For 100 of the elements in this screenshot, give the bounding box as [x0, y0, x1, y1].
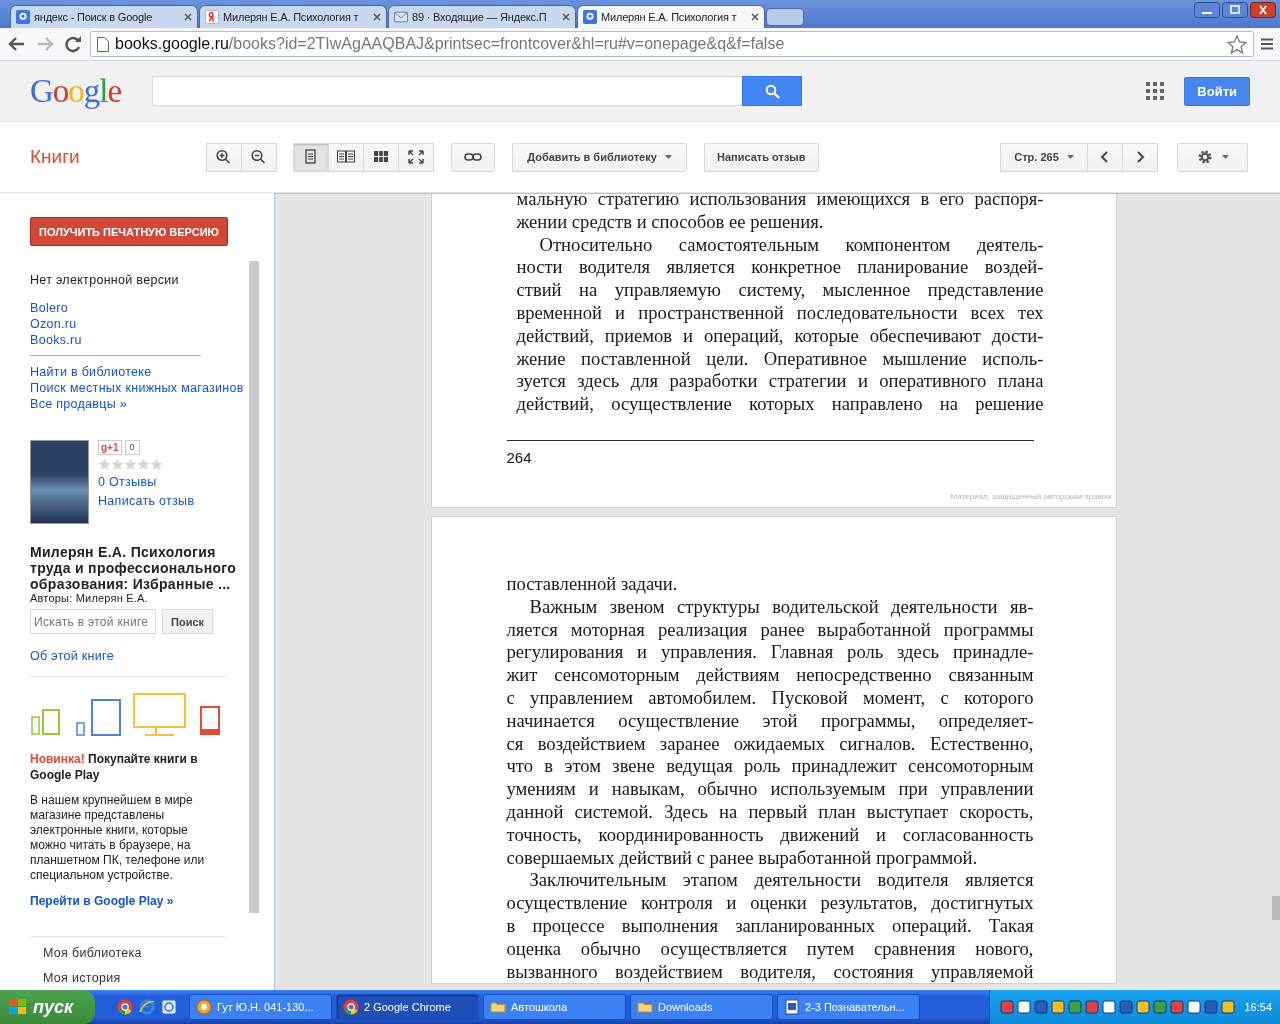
tray-icon[interactable] — [1204, 1000, 1219, 1014]
store-link[interactable]: Поиск местных книжных магазинов — [30, 380, 274, 396]
text-line: ности водителя является конкретное планирование воздей- — [516, 256, 1044, 280]
promo-text: В нашем крупнейшем в мире магазине представлены электронные книги, которые можно читать в браузере, на планшетном ПК, телефоне или специальном устройстве. — [30, 793, 206, 883]
folder-icon — [490, 999, 506, 1015]
menu-icon[interactable] — [1260, 37, 1274, 51]
close-icon[interactable] — [562, 13, 570, 21]
text-line: в процессе выполнения запланированных операций. Такая — [506, 914, 1034, 938]
close-icon[interactable] — [1250, 2, 1276, 18]
yandex-favicon-icon — [205, 10, 219, 24]
write-review-button[interactable]: Написать отзыв — [704, 142, 819, 172]
tray-icon[interactable] — [1017, 1000, 1032, 1014]
tray-icon[interactable] — [1068, 1000, 1083, 1014]
next-page-button[interactable] — [1122, 142, 1158, 172]
view-mode-button[interactable] — [328, 142, 364, 172]
windows-logo-icon — [8, 998, 28, 1016]
book-title: Милерян Е.А. Психология труда и профессионального образования: Избранные ... — [30, 544, 238, 592]
new-tab-button[interactable] — [766, 8, 804, 26]
seller-link[interactable]: Bolero — [30, 300, 274, 316]
add-to-library-button[interactable]: Добавить в библиотеку — [512, 142, 687, 172]
book-cover-image[interactable] — [30, 440, 89, 524]
seller-link[interactable]: Ozon.ru — [30, 316, 274, 332]
browser-tab[interactable]: Милерян Е.А. Психология т — [577, 5, 765, 28]
page-number: 264 — [506, 448, 533, 466]
text-line: временной и пространственной последовательности всех тех — [516, 302, 1044, 325]
about-book-link[interactable]: Об этой книге — [30, 648, 274, 664]
close-icon[interactable] — [373, 13, 381, 21]
browser-tab[interactable]: 89 · Входящие — Яндекс.П — [388, 5, 576, 28]
close-icon[interactable] — [751, 13, 759, 21]
tray-icon[interactable] — [1187, 1000, 1202, 1014]
view-mode-button[interactable] — [293, 142, 329, 172]
tray-icon[interactable] — [1136, 1000, 1151, 1014]
search-icon — [764, 83, 780, 99]
previous-page-button[interactable] — [1087, 142, 1123, 172]
plus-one-count: 0 — [124, 440, 140, 455]
tray-icon[interactable] — [1221, 1000, 1236, 1014]
text-line: регулирования и управления. Главная роль здесь принадле- — [506, 641, 1034, 665]
tray-icon[interactable] — [1034, 1000, 1049, 1014]
tray-icon[interactable] — [1153, 1000, 1168, 1014]
taskbar-button[interactable]: Автошкола — [483, 994, 626, 1020]
text-line: с управлением автомобилем. Пусковой момент, с которого — [506, 686, 1034, 710]
scrollbar[interactable] — [249, 261, 259, 913]
taskbar-button[interactable]: Гут Ю.Н. 041-130... — [189, 994, 332, 1020]
text-line: начинается осуществление этой программы, определяет- — [506, 709, 1034, 733]
get-print-version-button[interactable]: ПОЛУЧИТЬ ПЕЧАТНУЮ ВЕРСИЮ — [30, 217, 228, 246]
browser-tab[interactable]: яндекс - Поиск в Google — [10, 5, 198, 28]
tray-icon[interactable] — [1051, 1000, 1066, 1014]
plus-one-button[interactable]: g+1 — [98, 440, 122, 455]
write-review-link[interactable]: Написать отзыв — [98, 493, 195, 509]
folder-icon — [637, 999, 653, 1015]
seller-link[interactable]: Books.ru — [30, 332, 274, 348]
taskbar-button[interactable]: Downloads — [630, 994, 773, 1020]
page-select-button[interactable]: Стр. 265 — [1000, 142, 1088, 172]
text-line: Важным звеном структуры водительской деятельности яв- — [528, 595, 1034, 619]
settings-button[interactable] — [1177, 142, 1248, 172]
address-bar[interactable]: books.google.ru/books?id=2TIwAgAAQBAJ&printsec=frontcover&hl=ru#v=onepage&q&f=false — [90, 31, 1254, 57]
link-button[interactable] — [451, 142, 495, 172]
close-icon[interactable] — [184, 13, 192, 21]
google-favicon-icon — [16, 10, 30, 24]
book-search-field[interactable]: Искать в этой книге — [30, 609, 156, 634]
tray-icon[interactable] — [1000, 1000, 1015, 1014]
tray-icon[interactable] — [1170, 1000, 1185, 1014]
apps-grid-icon[interactable] — [1146, 82, 1165, 100]
sign-in-button[interactable]: Войти — [1184, 76, 1250, 106]
zoom-in-button[interactable] — [206, 142, 242, 172]
google-play-link[interactable]: Перейти в Google Play » — [30, 894, 274, 908]
search-button[interactable] — [742, 76, 802, 106]
taskbar-button[interactable]: 2-3 Познавательн... — [777, 994, 920, 1020]
sidebar-nav-item[interactable]: Моя история — [30, 966, 274, 990]
text-line: умениям и навыкам, обычно используемым при управлении — [506, 778, 1034, 801]
text-line: жение поставленной цели. Оперативное мышление исполь- — [516, 347, 1044, 371]
minimize-icon[interactable] — [1194, 2, 1220, 18]
browser-tab[interactable]: Милерян Е.А. Психология т — [199, 5, 387, 28]
scrollbar-thumb[interactable] — [1272, 896, 1280, 920]
tray-icon[interactable] — [1085, 1000, 1100, 1014]
text-line: ствий на управляемую систему, мысленное представление — [516, 279, 1044, 302]
zoom-out-icon — [250, 149, 268, 165]
sidebar-nav-item[interactable]: Моя библиотека — [30, 941, 274, 966]
start-button[interactable]: пуск — [0, 990, 95, 1024]
text-line: ляется моторная реализация ранее выработанной программы — [506, 618, 1034, 642]
google-logo[interactable]: Google — [30, 72, 152, 110]
text-line: действий, осуществление которых направлено на решение — [516, 393, 1044, 416]
tray-icon[interactable] — [1102, 1000, 1117, 1014]
zoom-out-button[interactable] — [241, 142, 277, 172]
text-line: действий, приемов и операций, которые обеспечивают дости- — [516, 324, 1044, 348]
store-link[interactable]: Найти в библиотеке — [30, 364, 274, 380]
view-mode-button[interactable] — [363, 142, 399, 172]
books-section-title[interactable]: Книги — [30, 146, 207, 168]
text-line: осуществление контроля и оценки результатов, достигнутых — [506, 892, 1034, 915]
reviews-link[interactable]: 0 Отзывы — [98, 474, 195, 490]
book-search-button[interactable]: Поиск — [162, 609, 213, 634]
search-field[interactable] — [152, 76, 742, 106]
page-icon — [97, 36, 109, 52]
star-icon[interactable] — [1227, 34, 1247, 54]
tray-icon[interactable] — [1119, 1000, 1134, 1014]
taskbar-button[interactable]: 2 Google Chrome — [336, 994, 479, 1020]
view-mode-button[interactable] — [398, 142, 434, 172]
store-link[interactable]: Все продавцы » — [30, 396, 274, 412]
double-view-icon — [337, 149, 355, 165]
maximize-icon[interactable] — [1222, 2, 1248, 18]
